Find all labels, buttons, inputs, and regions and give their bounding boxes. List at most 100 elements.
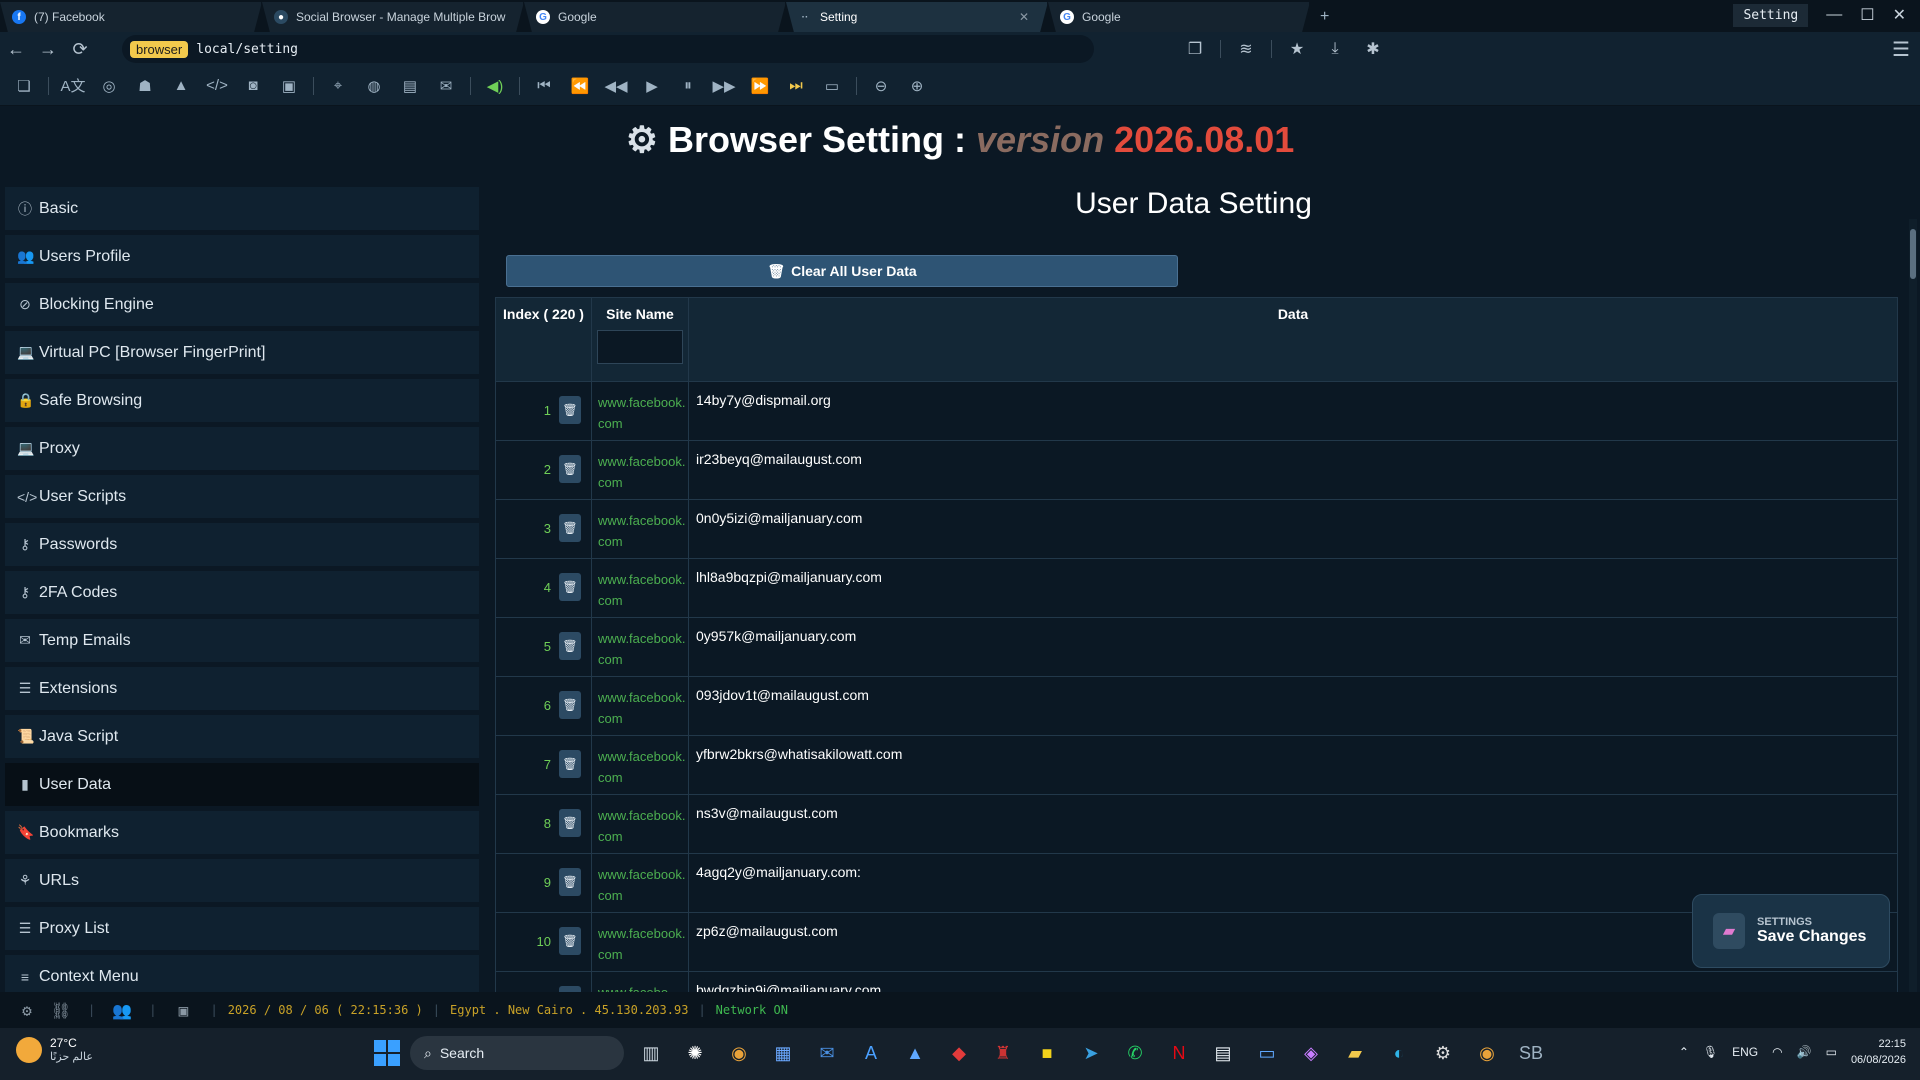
sidebar-item-context-menu[interactable]: ≡ Context Menu <box>5 955 479 992</box>
ghost-icon[interactable]: ☗ <box>127 77 163 95</box>
game-icon[interactable]: ♜ <box>986 1036 1020 1070</box>
outlook-icon[interactable]: ✉ <box>810 1036 844 1070</box>
microphone-icon[interactable]: 🎙 <box>1703 1045 1718 1059</box>
delete-row-button[interactable]: 🗑 <box>559 868 581 896</box>
menu-icon[interactable]: ☰ <box>1882 37 1920 62</box>
monitor-icon[interactable]: ▭ <box>814 77 850 95</box>
sidebar-item-virtual-pc-browser-fingerprint[interactable]: 💻 Virtual PC [Browser FingerPrint] <box>5 331 479 374</box>
sidebar-item-user-data[interactable]: ▮ User Data <box>5 763 479 806</box>
chrome-icon[interactable]: ◉ <box>722 1036 756 1070</box>
mail-icon[interactable]: ✉ <box>428 77 464 95</box>
battery-icon[interactable]: ▭ <box>1826 1045 1837 1059</box>
code-icon[interactable]: </> <box>199 77 235 94</box>
chrome-icon[interactable]: ◉ <box>1470 1036 1504 1070</box>
clock[interactable]: 22:15 06/08/2026 <box>1851 1036 1906 1068</box>
store-icon[interactable]: ▦ <box>766 1036 800 1070</box>
skip-start-icon[interactable]: ⏮ <box>526 77 562 94</box>
zoom-in-icon[interactable]: ⊕ <box>899 77 935 95</box>
sidebar-item-proxy-list[interactable]: ☰ Proxy List <box>5 907 479 950</box>
link-icon[interactable]: ⛓ <box>44 1001 78 1020</box>
volume-icon[interactable]: 🔊 <box>1797 1045 1812 1059</box>
back-icon[interactable]: ← <box>0 39 32 60</box>
delete-row-button[interactable]: 🗑 <box>559 927 581 955</box>
netflix-icon[interactable]: N <box>1162 1036 1196 1070</box>
copy-icon[interactable]: ❐ <box>1176 39 1214 59</box>
forward-icon[interactable]: → <box>32 39 64 60</box>
file-explorer-icon[interactable]: ▰ <box>1338 1036 1372 1070</box>
skip-end-icon[interactable]: ⏭ <box>778 77 814 94</box>
chrome-icon[interactable]: ◎ <box>91 77 127 95</box>
windows-icon[interactable]: ❏ <box>6 77 42 95</box>
app-icon[interactable]: ▤ <box>1206 1036 1240 1070</box>
delete-row-button[interactable]: 🗑 <box>559 632 581 660</box>
sidebar-item-users-profile[interactable]: 👥 Users Profile <box>5 235 479 278</box>
translate-icon[interactable]: A文 <box>55 75 91 96</box>
wifi-icon[interactable]: ◠ <box>1772 1045 1782 1059</box>
delete-row-button[interactable]: 🗑 <box>559 455 581 483</box>
tab-google-2[interactable]: G Google <box>1048 2 1310 32</box>
save-changes-toast[interactable]: ▰ SETTINGS Save Changes <box>1692 894 1890 968</box>
delete-row-button[interactable]: 🗑 <box>559 691 581 719</box>
previous-icon[interactable]: ⏪ <box>562 77 598 95</box>
sidebar-item-user-scripts[interactable]: </> User Scripts <box>5 475 479 518</box>
robot-icon[interactable]: ▣ <box>166 1001 200 1020</box>
clear-all-user-data-button[interactable]: 🗑 Clear All User Data <box>506 255 1178 287</box>
settings-icon[interactable]: ⚙ <box>1426 1036 1460 1070</box>
save-icon[interactable]: ▣ <box>271 77 307 95</box>
chatgpt-icon[interactable]: ✺ <box>678 1036 712 1070</box>
sidebar-item-safe-browsing[interactable]: 🔒 Safe Browsing <box>5 379 479 422</box>
sidebar-item-proxy[interactable]: 💻 Proxy <box>5 427 479 470</box>
taskbar-search[interactable]: ⌕ Search <box>410 1036 624 1070</box>
layers-icon[interactable]: ≋ <box>1227 39 1265 59</box>
remote-desktop-icon[interactable]: ▭ <box>1250 1036 1284 1070</box>
photos-icon[interactable]: ▲ <box>898 1036 932 1070</box>
edge-icon[interactable]: ◐ <box>1382 1036 1416 1070</box>
star-icon[interactable]: ★ <box>1278 39 1316 59</box>
next-icon[interactable]: ⏩ <box>742 77 778 95</box>
zoom-out-icon[interactable]: ⊖ <box>863 77 899 95</box>
app-a-icon[interactable]: A <box>854 1036 888 1070</box>
map-pin-icon[interactable]: ⌖ <box>320 77 356 94</box>
sidebar-item-blocking-engine[interactable]: ⊘ Blocking Engine <box>5 283 479 326</box>
sidebar-item-java-script[interactable]: 📜 Java Script <box>5 715 479 758</box>
toolbox-icon[interactable]: ▤ <box>392 77 428 95</box>
delete-row-button[interactable]: 🗑 <box>559 573 581 601</box>
tab-facebook[interactable]: f (7) Facebook <box>0 2 262 32</box>
delete-row-button[interactable]: 🗑 <box>559 750 581 778</box>
tab-social-browser[interactable]: ● Social Browser - Manage Multiple Brow <box>262 2 524 32</box>
sidebar-item-bookmarks[interactable]: 🔖 Bookmarks <box>5 811 479 854</box>
sticky-notes-icon[interactable]: ■ <box>1030 1036 1064 1070</box>
task-view-icon[interactable]: ▥ <box>634 1036 668 1070</box>
sidebar-item-passwords[interactable]: ⚷ Passwords <box>5 523 479 566</box>
delete-row-button[interactable]: 🗑 <box>559 809 581 837</box>
sidebar-item-basic[interactable]: ⓘ Basic <box>5 187 479 230</box>
language-indicator[interactable]: ENG <box>1732 1045 1758 1059</box>
sidebar-item-urls[interactable]: ⚘ URLs <box>5 859 479 902</box>
redis-icon[interactable]: ◆ <box>942 1036 976 1070</box>
close-window-icon[interactable]: ✕ <box>1893 5 1906 25</box>
settings-gear-icon[interactable]: ⚙ <box>10 1001 44 1020</box>
users-icon[interactable]: 👥 <box>105 1001 139 1020</box>
site-filter-input[interactable] <box>597 330 683 364</box>
tab-google-1[interactable]: G Google <box>524 2 786 32</box>
chevron-up-icon[interactable]: ⌃ <box>1679 1045 1689 1059</box>
whatsapp-icon[interactable]: ✆ <box>1118 1036 1152 1070</box>
delete-row-button[interactable]: 🗑 <box>559 396 581 424</box>
volume-icon[interactable]: ◀) <box>477 77 513 95</box>
address-bar[interactable]: browser local/setting <box>122 35 1094 63</box>
download-icon[interactable]: ⤓ <box>1316 40 1354 58</box>
camera-icon[interactable]: ◙ <box>235 77 271 94</box>
fast-forward-icon[interactable]: ▶▶ <box>706 77 742 95</box>
close-icon[interactable]: ✕ <box>1019 10 1029 24</box>
scrollbar-thumb[interactable] <box>1910 229 1916 279</box>
page-scrollbar[interactable] <box>1909 219 1917 992</box>
rewind-icon[interactable]: ◀◀ <box>598 77 634 95</box>
maximize-icon[interactable]: ☐ <box>1860 5 1874 25</box>
incognito-icon[interactable]: ▲ <box>163 77 199 94</box>
pause-icon[interactable]: ⏸ <box>670 77 706 94</box>
start-button[interactable] <box>374 1040 400 1066</box>
reload-icon[interactable]: ⟳ <box>64 39 96 60</box>
address-url[interactable]: local/setting <box>196 42 298 57</box>
play-icon[interactable]: ▶ <box>634 77 670 95</box>
sidebar-item-2fa-codes[interactable]: ⚷ 2FA Codes <box>5 571 479 614</box>
